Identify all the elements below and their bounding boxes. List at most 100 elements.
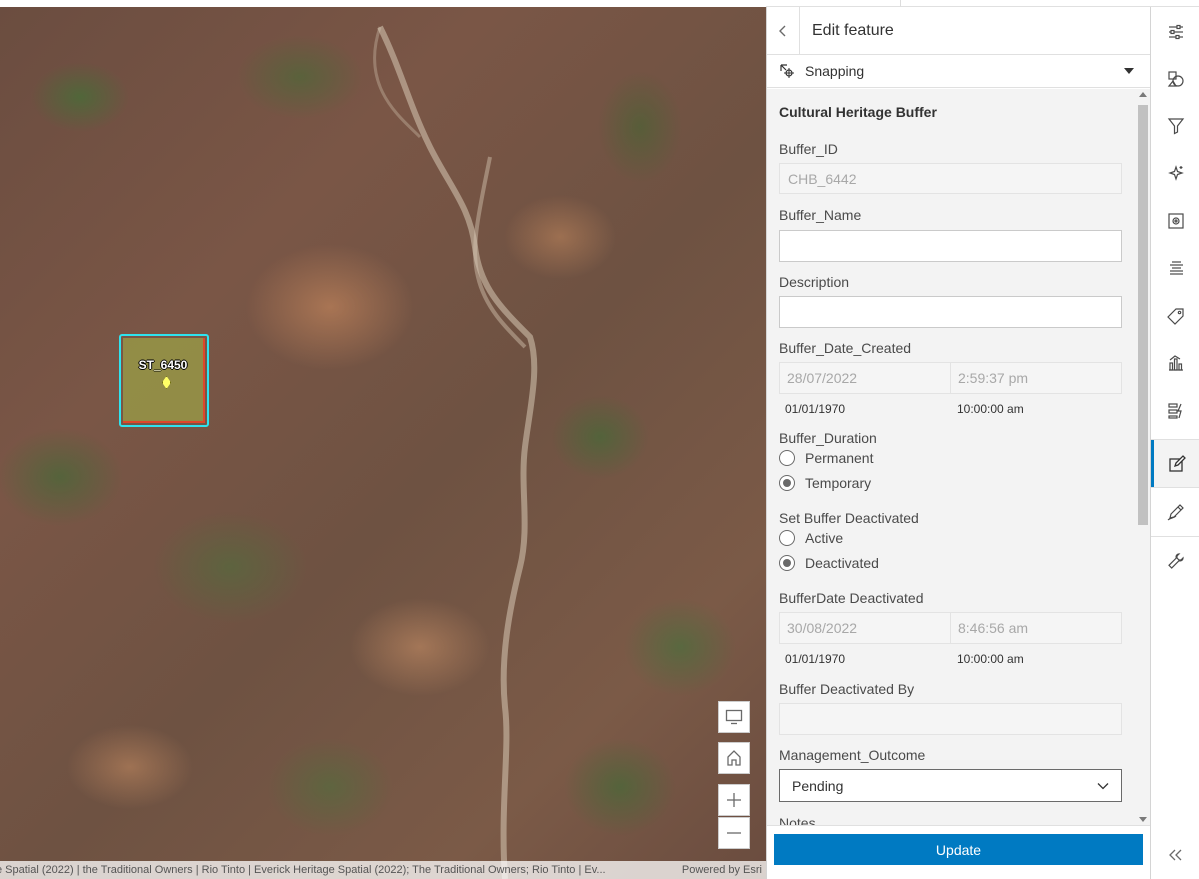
tool-charts[interactable] xyxy=(1151,339,1199,386)
tool-sketch[interactable] xyxy=(1151,488,1199,535)
buffer-name-field[interactable] xyxy=(779,230,1122,262)
back-button[interactable] xyxy=(767,6,800,55)
list-icon xyxy=(1169,260,1183,275)
snapping-label: Snapping xyxy=(805,63,865,79)
map-attribution: e Spatial (2022) | the Traditional Owner… xyxy=(0,861,766,879)
caret-down-icon xyxy=(1124,68,1134,74)
monitor-icon xyxy=(725,709,743,725)
tool-filter[interactable] xyxy=(1151,102,1199,149)
radio-circle[interactable] xyxy=(779,450,795,466)
radio-circle-checked[interactable] xyxy=(779,475,795,491)
radio-label: Temporary xyxy=(805,475,872,491)
bolt-icon xyxy=(1167,402,1182,419)
home-icon xyxy=(727,750,741,766)
edit-icon xyxy=(1169,454,1186,472)
date-deactivated-time: 8:46:56 am xyxy=(951,612,1122,644)
radio-label: Deactivated xyxy=(805,555,879,571)
notes-label: Notes xyxy=(779,815,816,825)
map-track-overlay xyxy=(373,25,538,879)
date-created-input: 28/07/2022 2:59:37 pm xyxy=(779,362,1122,394)
select-value: Pending xyxy=(792,777,844,794)
tag-icon xyxy=(1166,307,1184,325)
gear-frame-icon xyxy=(1167,212,1184,229)
chevron-left-icon xyxy=(779,25,786,36)
chevron-down-icon xyxy=(1097,782,1109,789)
home-button[interactable] xyxy=(718,742,750,774)
tool-labels[interactable] xyxy=(1151,292,1199,339)
collapse-toolbar-button[interactable] xyxy=(1151,843,1199,867)
zoom-out-button[interactable] xyxy=(718,817,750,849)
screen-view-button[interactable] xyxy=(718,701,750,733)
tool-properties[interactable] xyxy=(1151,8,1199,55)
attribution-text[interactable]: e Spatial (2022) | the Traditional Owner… xyxy=(0,864,670,876)
scroll-thumb[interactable] xyxy=(1138,105,1148,525)
management-outcome-select[interactable]: Pending xyxy=(779,769,1122,802)
radio-label: Active xyxy=(805,530,844,546)
sliders-icon xyxy=(1168,24,1183,39)
buffer-id-field: CHB_6442 xyxy=(779,163,1122,194)
radio-circle[interactable] xyxy=(779,530,795,546)
date-created-label: Buffer_Date_Created xyxy=(779,340,912,356)
minus-icon xyxy=(727,832,741,834)
tool-layers[interactable] xyxy=(1151,55,1199,102)
radio-temporary[interactable]: Temporary xyxy=(779,475,871,491)
deactivated-by-field xyxy=(779,703,1122,735)
selected-feature[interactable]: ST_6450 xyxy=(119,334,209,427)
layer-shapes-icon xyxy=(1167,70,1184,87)
description-field[interactable] xyxy=(779,296,1122,328)
feature-form: Cultural Heritage Buffer Buffer_ID CHB_6… xyxy=(767,89,1150,825)
description-label: Description xyxy=(779,274,850,290)
radio-permanent[interactable]: Permanent xyxy=(779,450,873,466)
filter-icon xyxy=(1167,117,1184,134)
form-title: Cultural Heritage Buffer xyxy=(779,104,937,120)
date-deactivated-label: BufferDate Deactivated xyxy=(779,590,924,606)
panel-header: Edit feature xyxy=(767,6,1150,55)
date-deactivated-date: 30/08/2022 xyxy=(779,612,951,644)
panel-footer: Update xyxy=(767,825,1150,879)
deactivated-by-label: Buffer Deactivated By xyxy=(779,681,915,697)
radio-active[interactable]: Active xyxy=(779,530,843,546)
date-created-hint-time: 10:00:00 am xyxy=(957,402,1024,416)
panel-title: Edit feature xyxy=(812,21,894,39)
radio-deactivated[interactable]: Deactivated xyxy=(779,555,879,571)
zoom-in-button[interactable] xyxy=(718,784,750,816)
powered-by-esri[interactable]: Powered by Esri xyxy=(682,864,762,876)
buffer-id-label: Buffer_ID xyxy=(779,141,838,157)
radio-circle-checked[interactable] xyxy=(779,555,795,571)
buffer-name-label: Buffer_Name xyxy=(779,207,862,223)
sparkle-icon xyxy=(1167,164,1184,181)
tool-analysis[interactable] xyxy=(1151,387,1199,434)
duration-label: Buffer_Duration xyxy=(779,430,877,446)
tool-effects[interactable] xyxy=(1151,149,1199,196)
form-scrollbar[interactable] xyxy=(1136,89,1150,825)
feature-label: ST_6450 xyxy=(138,358,188,372)
snapping-icon xyxy=(780,64,794,78)
scroll-down-icon[interactable] xyxy=(1139,817,1147,822)
tool-edit[interactable] xyxy=(1151,440,1199,487)
deactivated-label: Set Buffer Deactivated xyxy=(779,510,919,526)
date-deactivated-hint-date: 01/01/1970 xyxy=(785,652,846,666)
edit-feature-panel: Edit feature Snapping Cultural Heritage … xyxy=(766,6,1150,879)
radio-label: Permanent xyxy=(805,450,874,466)
double-chevron-left-icon xyxy=(1168,849,1181,861)
snapping-toggle[interactable]: Snapping xyxy=(767,55,1150,88)
update-button[interactable]: Update xyxy=(774,834,1143,865)
date-created-date: 28/07/2022 xyxy=(779,362,951,394)
pen-measure-icon xyxy=(1167,503,1184,520)
right-toolbar xyxy=(1150,7,1199,879)
date-created-hint-date: 01/01/1970 xyxy=(785,402,846,416)
tool-settings[interactable] xyxy=(1151,537,1199,584)
chart-icon xyxy=(1168,354,1183,371)
date-deactivated-hint-time: 10:00:00 am xyxy=(957,652,1024,666)
scroll-up-icon[interactable] xyxy=(1139,92,1147,97)
top-strip xyxy=(766,0,1199,7)
date-deactivated-input: 30/08/2022 8:46:56 am xyxy=(779,612,1122,644)
wrench-icon xyxy=(1167,552,1184,569)
management-outcome-label: Management_Outcome xyxy=(779,747,926,763)
date-created-time: 2:59:37 pm xyxy=(951,362,1122,394)
tool-list[interactable] xyxy=(1151,244,1199,291)
tool-configure[interactable] xyxy=(1151,197,1199,244)
map-view[interactable]: ST_6450 e Spatial (2022) | the Tradition… xyxy=(0,7,766,879)
feature-polygon[interactable]: ST_6450 xyxy=(123,338,205,423)
vertex-handle[interactable] xyxy=(162,376,171,389)
